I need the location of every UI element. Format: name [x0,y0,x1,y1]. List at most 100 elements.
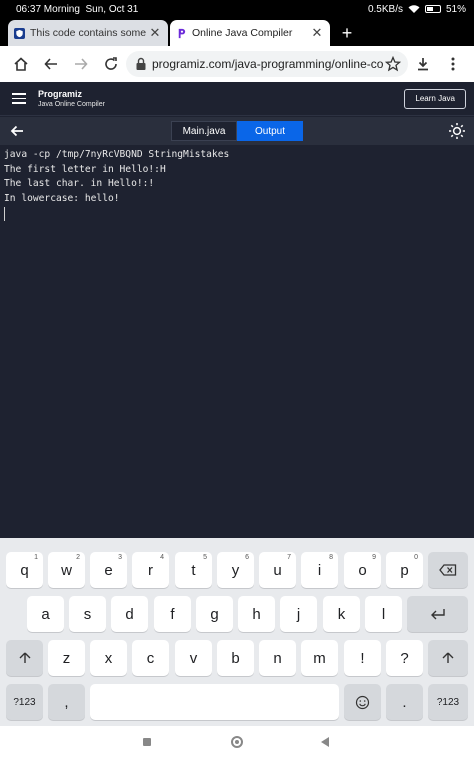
brand[interactable]: Programiz Java Online Compiler [38,89,105,108]
key-b[interactable]: b [217,640,254,676]
tab-close-icon[interactable]: ✕ [148,25,162,41]
key-hint: 5 [203,554,207,561]
arrow-left-icon [44,58,57,70]
key-label: q [20,561,29,579]
key-p[interactable]: p0 [386,552,423,588]
key-q[interactable]: q1 [6,552,43,588]
key-hint: 0 [414,554,418,561]
key-exclamation[interactable]: ! [344,640,381,676]
key-j[interactable]: j [280,596,317,632]
arrow-left-icon[interactable] [8,122,26,140]
key-e[interactable]: e3 [90,552,127,588]
key-t[interactable]: t5 [175,552,212,588]
key-i[interactable]: i8 [301,552,338,588]
site-header: Programiz Java Online Compiler Learn Jav… [0,82,474,116]
key-v[interactable]: v [175,640,212,676]
home-icon [14,57,28,71]
download-button[interactable] [408,49,438,79]
tab-title: Online Java Compiler [192,27,293,39]
key-hint: 7 [287,554,291,561]
screen: 06:37 Morning Sun, Oct 31 0.5KB/s 51% Th… [0,0,474,758]
theme-sun-icon[interactable] [448,122,466,140]
back-triangle-icon[interactable] [321,737,329,747]
status-left: 06:37 Morning Sun, Oct 31 [16,4,138,15]
enter-icon [430,609,445,620]
console-line: In lowercase: hello! [4,192,120,204]
home-circle-icon[interactable] [231,736,243,748]
key-period[interactable]: . [386,684,423,720]
key-c[interactable]: c [132,640,169,676]
key-hint: 3 [118,554,122,561]
new-tab-button[interactable]: + [332,20,362,46]
learn-java-button[interactable]: Learn Java [404,88,466,109]
recents-square-icon[interactable] [143,738,151,746]
key-g[interactable]: g [196,596,233,632]
key-symbols-right[interactable]: ?123 [428,684,468,720]
key-hint: 8 [329,554,333,561]
tab-close-icon[interactable]: ✕ [310,25,324,41]
battery-percent: 51% [445,3,466,15]
key-space[interactable] [90,684,339,720]
key-emoji[interactable] [344,684,381,720]
key-shift[interactable] [6,640,43,676]
reload-button[interactable] [96,49,126,79]
key-r[interactable]: r4 [132,552,169,588]
key-symbols[interactable]: ?123 [6,684,43,720]
forward-button[interactable] [66,49,96,79]
output-console[interactable]: java -cp /tmp/7nyRcVBQND StringMistakes … [0,145,474,538]
menu-button[interactable] [438,49,468,79]
arrow-right-icon [75,58,88,70]
key-z[interactable]: z [48,640,85,676]
console-input-line[interactable] [4,206,470,222]
browser-tab-code-mistakes[interactable]: This code contains some co ✕ [8,20,168,46]
shield-favicon-icon [14,27,25,39]
download-icon [418,58,428,71]
key-shift-right[interactable] [428,640,468,676]
key-hint: 2 [76,554,80,561]
browser-tab-online-java-compiler[interactable]: Online Java Compiler ✕ [170,20,330,46]
key-label: t [191,561,196,579]
hamburger-menu-icon[interactable] [12,93,26,104]
key-u[interactable]: u7 [259,552,296,588]
tab-output[interactable]: Output [237,121,303,141]
key-o[interactable]: o9 [344,552,381,588]
key-n[interactable]: n [259,640,296,676]
key-w[interactable]: w2 [48,552,85,588]
key-comma[interactable]: , [48,684,85,720]
site-subtitle: Java Online Compiler [38,101,105,108]
on-screen-keyboard: q1 w2 e3 r4 t5 y6 u7 i8 o9 p0 a s d f g … [0,538,474,726]
key-label: p [400,561,409,579]
address-bar[interactable]: programiz.com/java-programming/online-co… [126,51,408,77]
key-x[interactable]: x [90,640,127,676]
key-y[interactable]: y6 [217,552,254,588]
key-h[interactable]: h [238,596,275,632]
key-label: o [358,561,367,579]
key-hint: 6 [245,554,249,561]
key-s[interactable]: s [69,596,106,632]
key-label: i [317,561,322,579]
key-backspace[interactable] [428,552,468,588]
home-button[interactable] [6,49,36,79]
reload-icon [105,57,117,70]
console-line: The last char. in Hello!:! [4,178,155,190]
back-button[interactable] [36,49,66,79]
url-text: programiz.com/java-programming/online-co… [152,57,384,71]
key-l[interactable]: l [365,596,402,632]
key-a[interactable]: a [27,596,64,632]
bookmark-star-icon[interactable] [384,56,402,72]
console-line: The first letter in Hello!:H [4,163,166,175]
key-d[interactable]: d [111,596,148,632]
key-label: w [61,561,72,579]
battery-icon [424,5,441,13]
key-question[interactable]: ? [386,640,423,676]
key-f[interactable]: f [154,596,191,632]
key-m[interactable]: m [301,640,338,676]
key-enter[interactable] [407,596,468,632]
wifi-icon [408,5,420,13]
key-hint: 9 [372,554,376,561]
tab-main-java[interactable]: Main.java [171,121,237,141]
key-k[interactable]: k [323,596,360,632]
status-bar: 06:37 Morning Sun, Oct 31 0.5KB/s 51% [0,0,474,18]
key-label: e [104,561,113,579]
status-right: 0.5KB/s 51% [368,4,466,15]
